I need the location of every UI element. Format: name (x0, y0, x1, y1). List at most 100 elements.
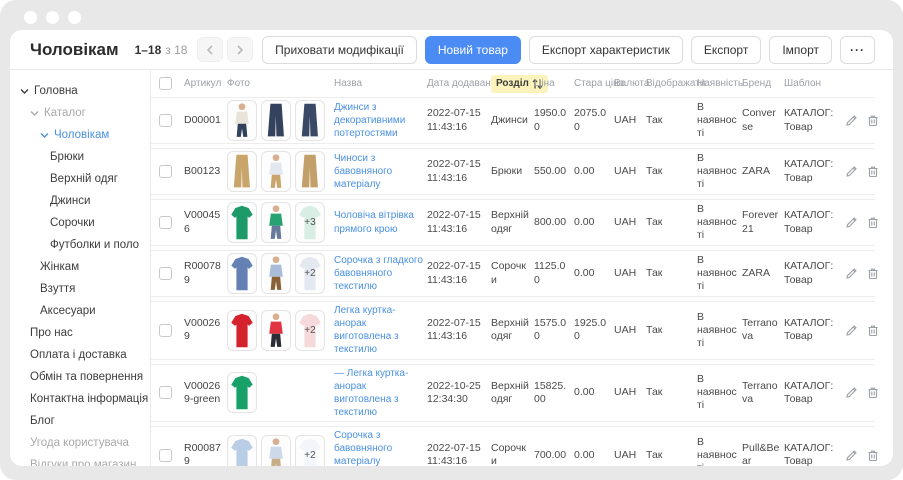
product-photo-thumb[interactable] (227, 253, 257, 294)
row-checkbox[interactable] (159, 165, 172, 178)
edit-button[interactable] (844, 386, 858, 400)
sidebar-item-футболки-и-поло[interactable]: Футболки и поло (10, 234, 150, 256)
delete-button[interactable] (866, 448, 880, 462)
export-characteristics-button[interactable]: Експорт характеристик (529, 36, 683, 64)
product-name-link[interactable]: Чиноси з бавовняного матеріалу (334, 153, 392, 190)
product-photo-thumb[interactable]: +2 (295, 310, 325, 351)
more-actions-button[interactable]: ··· (840, 36, 875, 64)
sidebar-item-відгуки-про-магазин[interactable]: Відгуки про магазин (10, 454, 150, 466)
sidebar-item-сорочки[interactable]: Сорочки (10, 212, 150, 234)
product-photo-thumb[interactable] (261, 202, 291, 243)
product-name-link[interactable]: — Легка куртка-анорак виготовлена з текс… (334, 368, 408, 418)
sidebar-item-label: Оплата і доставка (30, 349, 127, 361)
column-header-розділ[interactable]: Розділ (491, 75, 534, 93)
delete-button[interactable] (866, 323, 880, 337)
delete-button[interactable] (866, 216, 880, 230)
delete-button[interactable] (866, 386, 880, 400)
edit-icon (845, 386, 858, 399)
row-checkbox[interactable] (159, 216, 172, 229)
product-photo-thumb[interactable] (227, 310, 257, 351)
import-button[interactable]: Імпорт (769, 36, 832, 64)
sidebar-item-каталог[interactable]: Каталог (10, 102, 150, 124)
product-photo-thumb[interactable] (227, 100, 257, 141)
row-checkbox[interactable] (159, 449, 172, 462)
product-photo-thumb[interactable]: +2 (295, 435, 325, 466)
row-checkbox[interactable] (159, 114, 172, 127)
product-photo-thumb[interactable]: +2 (295, 253, 325, 294)
sidebar-item-головна[interactable]: Головна (10, 80, 150, 102)
delete-icon (867, 267, 879, 280)
product-photo-thumb[interactable]: +3 (295, 202, 325, 243)
product-photo-thumb[interactable] (227, 435, 257, 466)
availability-cell: В наявності (697, 311, 742, 350)
sidebar-item-оплата-і-доставка[interactable]: Оплата і доставка (10, 344, 150, 366)
template-type-label: Товар (784, 223, 840, 236)
edit-button[interactable] (844, 114, 858, 128)
price-cell: 1125.00 (534, 260, 574, 286)
edit-button[interactable] (844, 267, 858, 281)
name-cell: Легка куртка-анорак виготовлена з тексти… (334, 304, 427, 357)
time-value: 11:43:16 (427, 330, 487, 343)
date-added-cell: 2022-07-1511:43:16 (427, 107, 491, 133)
date-added-cell: 2022-10-2512:34:30 (427, 380, 491, 406)
product-name-link[interactable]: Джинси з декоративними потертостями (334, 102, 405, 139)
sidebar-item-брюки[interactable]: Брюки (10, 146, 150, 168)
column-header-артикул: Артикул (184, 78, 227, 89)
edit-button[interactable] (844, 216, 858, 230)
sidebar-item-контактна-інформація[interactable]: Контактна інформація (10, 388, 150, 410)
row-checkbox[interactable] (159, 324, 172, 337)
sidebar-item-угода-користувача[interactable]: Угода користувача (10, 432, 150, 454)
delete-button[interactable] (866, 114, 880, 128)
sidebar-item-label: Верхній одяг (50, 173, 118, 185)
new-product-button[interactable]: Новий товар (425, 36, 521, 64)
sidebar-item-аксесуари[interactable]: Аксесуари (10, 300, 150, 322)
availability-cell: В наявності (697, 436, 742, 466)
row-actions (844, 114, 882, 128)
delete-icon (867, 449, 879, 462)
product-photo (228, 100, 256, 141)
export-button[interactable]: Експорт (691, 36, 761, 64)
product-photo-thumb[interactable] (227, 151, 257, 192)
price-cell: 1950.00 (534, 107, 574, 133)
category-tree: ГоловнаКаталог Чоловікам Брюки Верхній одяг… (10, 70, 151, 466)
row-checkbox[interactable] (159, 386, 172, 399)
row-checkbox[interactable] (159, 267, 172, 280)
product-name-link[interactable]: Сорочка з бавовняного матеріалу притален… (334, 430, 418, 466)
column-header-стара-ціна: Стара ціна (574, 78, 614, 89)
product-photo-thumb[interactable] (227, 372, 257, 413)
delete-button[interactable] (866, 165, 880, 179)
product-photo-thumb[interactable] (261, 435, 291, 466)
product-name-link[interactable]: Сорочка з гладкого бавовняного текстилю (334, 255, 423, 292)
product-photo (228, 202, 256, 243)
product-photo-thumb[interactable] (261, 100, 291, 141)
sidebar-item-label: Чоловікам (54, 129, 109, 141)
sidebar-item-чоловікам[interactable]: Чоловікам (10, 124, 150, 146)
hide-modifications-button[interactable]: Приховати модифікації (262, 36, 417, 64)
chevron-down-icon (20, 88, 32, 95)
date-added-cell: 2022-07-1511:43:16 (427, 317, 491, 343)
product-photo-thumb[interactable] (261, 151, 291, 192)
product-photo-thumb[interactable] (295, 151, 325, 192)
select-all-checkbox[interactable] (159, 77, 172, 90)
product-photo-thumb[interactable] (227, 202, 257, 243)
sidebar-item-джинси[interactable]: Джинси (10, 190, 150, 212)
next-page-button[interactable] (227, 37, 253, 62)
sidebar-item-блог[interactable]: Блог (10, 410, 150, 432)
prev-page-button[interactable] (197, 37, 223, 62)
product-name-link[interactable]: Чоловіча вітрівка прямого крою (334, 210, 414, 234)
window-control-dot (46, 11, 59, 24)
product-photo-thumb[interactable] (261, 253, 291, 294)
sidebar-item-label: Футболки и поло (50, 239, 139, 251)
edit-button[interactable] (844, 165, 858, 179)
product-photo-thumb[interactable] (295, 100, 325, 141)
sidebar-item-верхній-одяг[interactable]: Верхній одяг (10, 168, 150, 190)
edit-button[interactable] (844, 448, 858, 462)
edit-button[interactable] (844, 323, 858, 337)
product-name-link[interactable]: Легка куртка-анорак виготовлена з тексти… (334, 305, 399, 355)
delete-button[interactable] (866, 267, 880, 281)
sidebar-item-про-нас[interactable]: Про нас (10, 322, 150, 344)
product-photo-thumb[interactable] (261, 310, 291, 351)
sidebar-item-обмін-та-повернення[interactable]: Обмін та повернення (10, 366, 150, 388)
sidebar-item-жінкам[interactable]: Жінкам (10, 256, 150, 278)
sidebar-item-взуття[interactable]: Взуття (10, 278, 150, 300)
